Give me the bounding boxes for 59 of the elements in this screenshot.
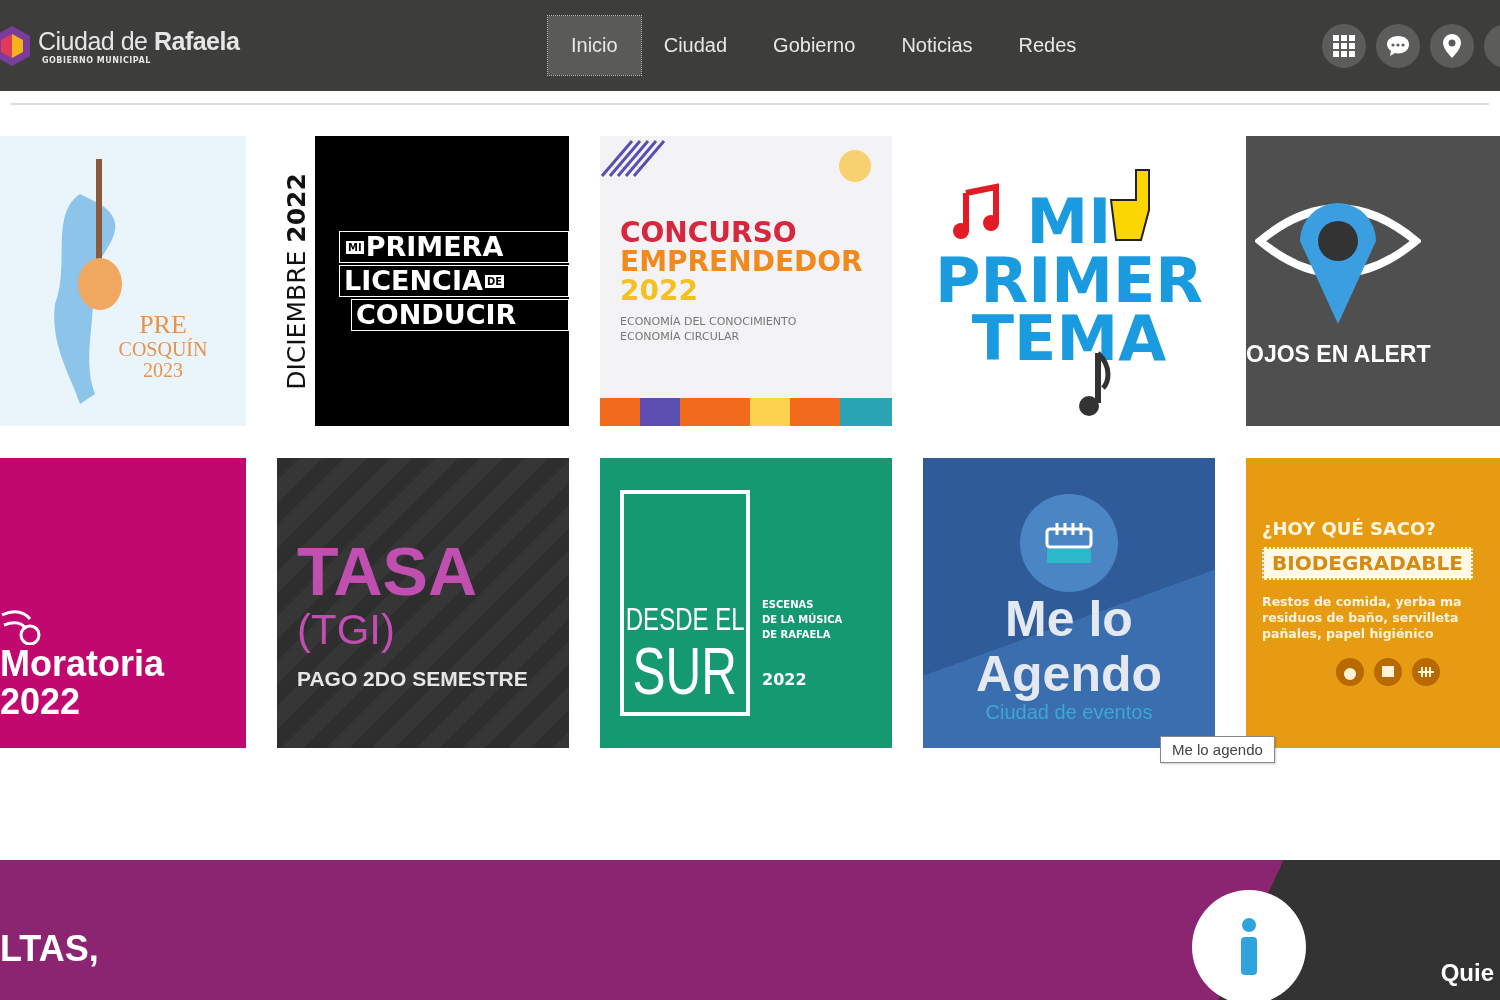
tile-tag: DE (484, 274, 504, 288)
site-subtitle: GOBIERNO MUNICIPAL (42, 55, 152, 65)
site-title[interactable]: Ciudad de Rafaela (38, 26, 240, 56)
nav-link[interactable]: Noticias (878, 16, 996, 75)
tile-title: 2022 (620, 276, 698, 306)
tile-title: DESDE EL (625, 603, 745, 637)
nav-link[interactable]: Gobierno (750, 16, 879, 75)
tile-caption: pañales, papel higiénico (1262, 626, 1434, 643)
tile-date: DICIEMBRE 2022 (281, 172, 311, 390)
grid-icon (1333, 34, 1355, 57)
tile-title: CONDUCIR (351, 298, 569, 331)
fish-bone-icon (1412, 658, 1440, 687)
tile-title: TEMA (971, 310, 1167, 370)
apps-grid-button[interactable] (1322, 23, 1366, 68)
promo-tile[interactable]: OJOS EN ALERT (1246, 136, 1500, 426)
chat-button[interactable] (1376, 23, 1420, 68)
tile-caption: ESCENAS (762, 598, 814, 613)
nav-link[interactable]: Ciudad (640, 16, 751, 75)
tile-title: PRE (139, 311, 187, 339)
nav-link[interactable]: Redes (995, 16, 1100, 75)
tile-caption: ECONOMÍA CIRCULAR (620, 329, 740, 345)
promo-tile[interactable]: TASA (TGI) PAGO 2DO SEMESTRE (277, 458, 569, 748)
tile-title: PRIMER (934, 251, 1203, 311)
tile-caption: Ciudad de eventos (985, 701, 1153, 723)
location-pin-button[interactable] (1430, 23, 1474, 68)
tile-title: 2022 (0, 683, 81, 721)
tile-caption: Restos de comida, yerba ma (1262, 593, 1462, 610)
tile-title: SUR (632, 636, 738, 706)
chat-bubble-icon (1386, 34, 1410, 57)
tile-title: EMPRENDEDOR (620, 246, 863, 277)
promo-tile[interactable]: CONCURSO EMPRENDEDOR 2022 ECONOMÍA DEL CONOCIMIENTO ECONOMÍA CIRCULAR (600, 136, 892, 426)
tile-title: 2023 (143, 359, 183, 381)
promo-tile[interactable]: Moratoria 2022 (0, 458, 246, 748)
hexagon-logo-icon (0, 23, 30, 68)
tile-title: OJOS EN ALERT (1246, 341, 1431, 367)
tile-title: TASA (297, 536, 478, 608)
tile-title: COSQUÍN (118, 338, 208, 360)
apple-icon (1336, 658, 1364, 687)
tile-tag: MI (346, 240, 364, 254)
tooltip: Me lo agendo (1160, 736, 1275, 763)
promo-tile[interactable]: DESDE EL SUR ESCENAS DE LA MÚSICA DE RAFAELA 2022 (600, 458, 892, 748)
tile-title: CONCURSO (620, 217, 797, 247)
tile-caption: PAGO 2DO SEMESTRE (297, 667, 528, 690)
tile-year: 2022 (762, 672, 807, 689)
tile-caption: DE LA MÚSICA (762, 612, 843, 628)
tile-title: Moratoria (0, 645, 165, 683)
tile-label: BIODEGRADABLE (1262, 546, 1473, 580)
tile-title: ¿HOY QUÉ SACO? (1262, 519, 1436, 539)
nav-link[interactable]: Inicio (548, 16, 641, 75)
tile-caption: ECONOMÍA DEL CONOCIMIENTO (620, 313, 797, 330)
tile-caption: residuos de baño, servilleta (1262, 609, 1459, 627)
tile-subtitle: (TGI) (297, 607, 395, 652)
tile-caption: DE RAFAELA (762, 628, 831, 643)
location-pin-icon (1443, 33, 1461, 58)
banner-text: Quie (1440, 960, 1494, 986)
paper-roll-icon (1374, 658, 1402, 687)
tile-title: Me lo (1005, 591, 1133, 647)
tile-title: MI (1026, 192, 1112, 252)
banner-text: LTAS, (0, 930, 99, 968)
